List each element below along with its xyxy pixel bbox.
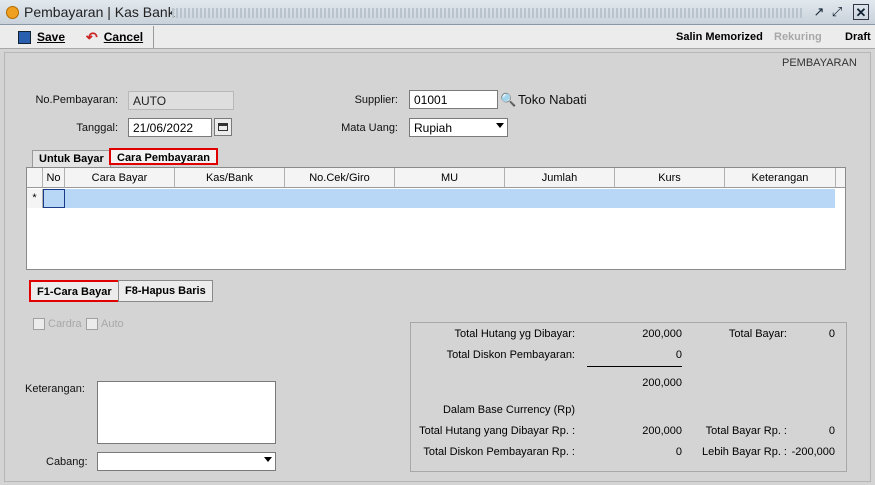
keterangan-label: Keterangan: bbox=[25, 383, 85, 395]
restore-icon[interactable]: ↗ bbox=[811, 4, 827, 20]
grid-header-cara-bayar[interactable]: Cara Bayar bbox=[65, 168, 175, 188]
no-pembayaran-label: No.Pembayaran: bbox=[35, 94, 118, 106]
total-bayar-rp-value: 0 bbox=[828, 425, 835, 437]
tab-cara-pembayaran[interactable]: Cara Pembayaran bbox=[109, 148, 218, 165]
cancel-label: Cancel bbox=[103, 30, 144, 44]
total-bayar-value: 0 bbox=[828, 328, 835, 340]
app-icon bbox=[6, 6, 19, 19]
rekuring-button[interactable]: Rekuring bbox=[774, 27, 822, 47]
keterangan-textarea[interactable] bbox=[97, 381, 276, 444]
total-hutang-label: Total Hutang yg Dibayar: bbox=[454, 328, 575, 340]
calendar-icon[interactable] bbox=[214, 118, 232, 136]
chevron-down-icon bbox=[264, 457, 272, 462]
supplier-name: Toko Nabati bbox=[518, 92, 587, 107]
total-diskon-rp-value: 0 bbox=[675, 446, 682, 458]
total-bayar-rp-label: Total Bayar Rp. : bbox=[705, 425, 787, 437]
tanggal-field[interactable]: 21/06/2022 bbox=[128, 118, 212, 137]
total-hutang-rp-value: 200,000 bbox=[642, 425, 682, 437]
save-button[interactable]: Save bbox=[18, 27, 65, 47]
supplier-search-icon[interactable]: 🔍 bbox=[500, 91, 517, 108]
salin-memorized-label: Salin Memorized bbox=[676, 31, 763, 43]
rekuring-label: Rekuring bbox=[774, 31, 822, 43]
window-title: Pembayaran | Kas Bank bbox=[24, 4, 175, 20]
auto-checkbox[interactable] bbox=[86, 318, 98, 330]
grid-header-kurs[interactable]: Kurs bbox=[615, 168, 725, 188]
chevron-down-icon bbox=[496, 123, 504, 128]
total-diskon-value: 0 bbox=[675, 349, 682, 361]
cardra-label: Cardra bbox=[48, 318, 82, 330]
cabang-select[interactable] bbox=[97, 452, 276, 471]
cabang-label: Cabang: bbox=[46, 456, 88, 468]
toolbar: Save ↶ Cancel Salin Memorized Rekuring D… bbox=[0, 25, 875, 69]
mata-uang-label: Mata Uang: bbox=[341, 122, 398, 134]
row-indicator: * bbox=[27, 189, 43, 208]
lebih-bayar-label: Lebih Bayar Rp. : bbox=[702, 446, 787, 458]
supplier-label: Supplier: bbox=[354, 94, 398, 106]
cardra-checkbox[interactable] bbox=[33, 318, 45, 330]
save-icon bbox=[18, 30, 31, 44]
total-hutang-value: 200,000 bbox=[642, 328, 682, 340]
total-diskon-label: Total Diskon Pembayaran: bbox=[446, 349, 575, 361]
grid-header-no-cek-giro[interactable]: No.Cek/Giro bbox=[285, 168, 395, 188]
title-bar: Pembayaran | Kas Bank ↗ ⤢ ✕ bbox=[0, 0, 875, 25]
base-currency-label: Dalam Base Currency (Rp) bbox=[442, 404, 575, 416]
total-diskon-rp-label: Total Diskon Pembayaran Rp. : bbox=[423, 446, 575, 458]
grid-header-no[interactable]: No bbox=[43, 168, 65, 188]
maximize-icon[interactable]: ⤢ bbox=[829, 4, 845, 20]
grid-header-mu[interactable]: MU bbox=[395, 168, 505, 188]
mata-uang-select[interactable]: Rupiah bbox=[409, 118, 508, 137]
titlebar-grip bbox=[172, 8, 802, 18]
grid-header-keterangan[interactable]: Keterangan bbox=[725, 168, 836, 188]
payment-grid: No Cara Bayar Kas/Bank No.Cek/Giro MU Ju… bbox=[26, 167, 846, 270]
cancel-button[interactable]: ↶ Cancel bbox=[86, 27, 143, 47]
grid-header-kas-bank[interactable]: Kas/Bank bbox=[175, 168, 285, 188]
hapus-baris-button[interactable]: F8-Hapus Baris bbox=[118, 280, 213, 302]
active-cell[interactable] bbox=[43, 189, 65, 208]
cancel-icon: ↶ bbox=[86, 28, 98, 45]
auto-label: Auto bbox=[101, 318, 124, 330]
total-bayar-label: Total Bayar: bbox=[728, 328, 787, 340]
grid-row-indicator-header bbox=[27, 168, 43, 188]
supplier-field[interactable]: 01001 bbox=[409, 90, 498, 109]
total-hutang-rp-label: Total Hutang yang Dibayar Rp. : bbox=[419, 425, 575, 437]
lebih-bayar-value: -200,000 bbox=[791, 446, 835, 458]
toolbar-separator bbox=[153, 26, 154, 48]
tab-untuk-bayar[interactable]: Untuk Bayar bbox=[32, 150, 111, 167]
subtotal-divider bbox=[587, 366, 682, 367]
subtotal-value: 200,000 bbox=[642, 377, 682, 389]
cara-bayar-button[interactable]: F1-Cara Bayar bbox=[29, 280, 120, 302]
section-title: PEMBAYARAN bbox=[782, 57, 857, 69]
close-icon[interactable]: ✕ bbox=[853, 4, 869, 20]
salin-memorized-button[interactable]: Salin Memorized bbox=[676, 27, 763, 47]
no-pembayaran-field[interactable]: AUTO bbox=[128, 91, 234, 110]
table-row[interactable] bbox=[43, 189, 835, 208]
draft-label-text: Draft bbox=[845, 31, 871, 43]
grid-header-jumlah[interactable]: Jumlah bbox=[505, 168, 615, 188]
tanggal-label: Tanggal: bbox=[76, 122, 118, 134]
mata-uang-value: Rupiah bbox=[414, 121, 453, 135]
grid-header-filler bbox=[836, 168, 845, 188]
save-label: Save bbox=[37, 30, 66, 44]
draft-label: Draft bbox=[845, 27, 871, 47]
